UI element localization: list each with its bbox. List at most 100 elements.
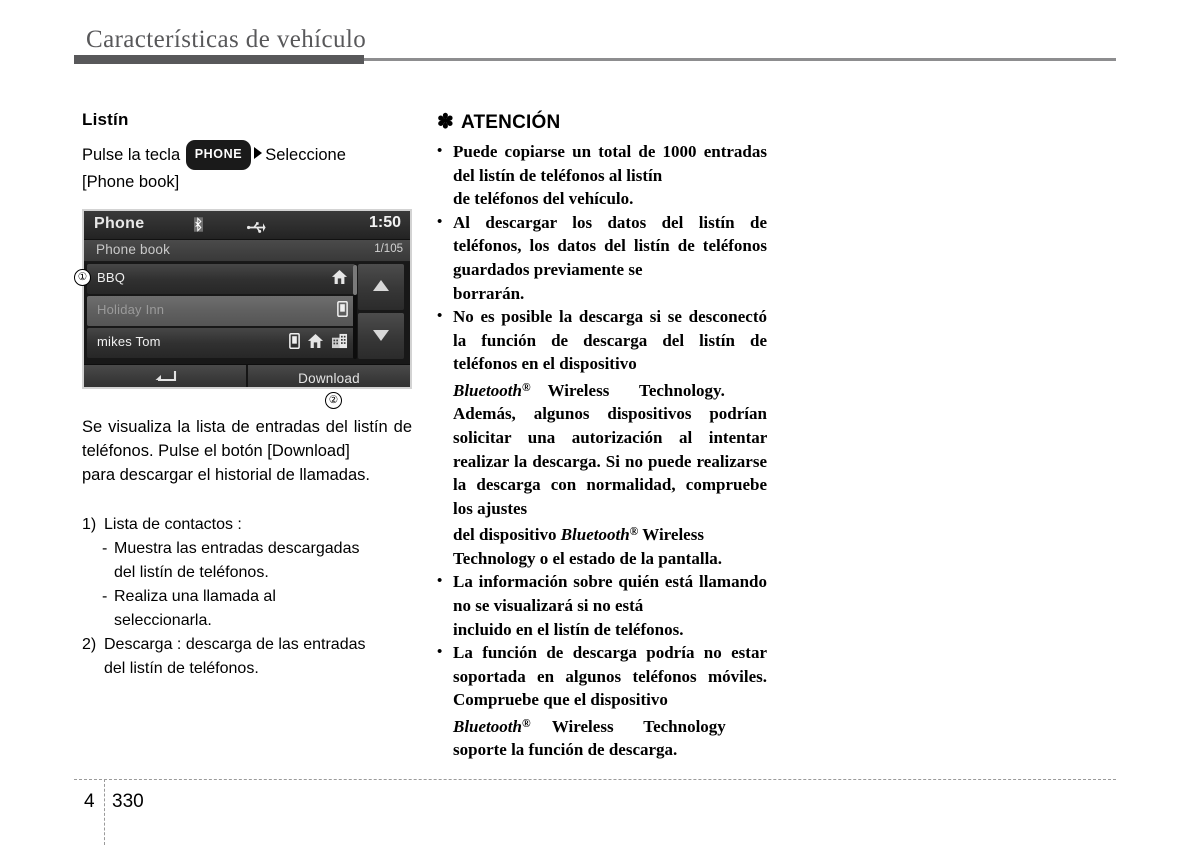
bullet-line: La información sobre quién está (453, 572, 694, 592)
bluetooth-word: Bluetooth (453, 380, 522, 400)
left-column: Listín Pulse la tecla PHONE Seleccione [P… (74, 110, 412, 681)
list-item[interactable]: BBQ (87, 264, 355, 294)
device-sub-bar: Phone book 1/105 (84, 240, 410, 262)
bullet-line-bluetooth: Bluetooth® Wireless Technology (453, 716, 726, 736)
callout-marker-2: ② (325, 392, 342, 409)
download-button[interactable]: Download (246, 365, 410, 387)
right-column: ✽ ATENCIÓN • Puede copiarse un total de … (437, 112, 767, 762)
bullet-line: borrarán. (453, 283, 525, 303)
bullet-line: Technology o el estado de la pantalla. (453, 548, 723, 568)
bullet-icon: • (437, 143, 443, 159)
scrollbar[interactable] (353, 264, 406, 360)
device-clock: 1:50 (368, 214, 401, 231)
instruction-paragraph: Pulse la tecla PHONE Seleccione [Phone bo… (82, 140, 412, 195)
usb-icon (247, 220, 266, 233)
bullet-icon: • (437, 308, 443, 325)
device-title: Phone (94, 215, 145, 232)
bluetooth-icon (194, 217, 203, 232)
sub-list-marker: - (102, 540, 108, 557)
scroll-down-button[interactable] (358, 313, 404, 359)
attention-bullet-list: • Puede copiarse un total de 1000 entrad… (437, 140, 767, 762)
attention-title: ATENCIÓN (460, 112, 561, 133)
bullet-line: Además, algunos dispositivos podrían (453, 404, 767, 424)
instruction-after-key: Seleccione (265, 146, 346, 164)
sub-list-text: Realiza una llamada al seleccionarla. (114, 585, 412, 633)
bullet-line: La función de descarga podría no (453, 643, 722, 663)
triangle-up-icon (373, 280, 389, 291)
attention-heading: ✽ ATENCIÓN (437, 112, 767, 134)
bullet-icon: • (437, 644, 443, 661)
sub-list-item: - Muestra las entradas descargadas del l… (102, 537, 412, 585)
attention-bullet: • La información sobre quién está llaman… (437, 570, 767, 641)
list-item: 1) Lista de contactos : (82, 513, 412, 537)
registered-symbol: ® (521, 716, 531, 730)
mobile-icon (337, 300, 348, 322)
bluetooth-trademark: Bluetooth® (453, 381, 531, 400)
scroll-up-button[interactable] (358, 264, 404, 310)
bullet-line: solicitar una autorización al intentar (453, 427, 767, 447)
footer-divider-horizontal (74, 779, 1116, 780)
sub-list-line-1: Realiza una llamada al (114, 588, 276, 605)
callout-marker-1: ① (74, 269, 91, 286)
page-header: Características de vehículo (0, 0, 1200, 80)
list-text: Descarga : descarga de las entradas del … (104, 633, 412, 681)
list-marker: 2) (82, 636, 97, 653)
bluetooth-trademark: Bluetooth® (453, 717, 531, 736)
download-button-label: Download (298, 371, 360, 386)
list-text: Lista de contactos : (104, 516, 242, 533)
list-marker: 1) (82, 516, 97, 533)
back-arrow-icon (153, 369, 177, 387)
device-footer-bar: Download (84, 364, 410, 387)
attention-bullet: • Al descargar los datos del listín de t… (437, 211, 767, 305)
sub-list-line-2: seleccionarla. (114, 612, 212, 629)
bullet-line: soporte la función de descarga. (453, 740, 678, 760)
contact-type-icons (289, 332, 348, 354)
attention-bullet: • La función de descarga podría no estar… (437, 641, 767, 762)
figure-caption: Se visualiza la lista de entradas del li… (82, 415, 412, 487)
contact-name: BBQ (97, 270, 126, 285)
header-rule-light (364, 58, 1116, 61)
page-number: 330 (112, 791, 144, 812)
device-title-bar: Phone 1:50 (84, 211, 410, 240)
home-icon (331, 269, 348, 290)
caption-line-1: Se visualiza la lista de entradas del li… (82, 418, 388, 436)
device-subtitle: Phone book (96, 242, 171, 257)
list-item[interactable]: mikes Tom (87, 328, 355, 358)
registered-symbol: ® (629, 525, 639, 539)
bluetooth-trademark: Bluetooth® (561, 525, 639, 544)
bullet-line: No es posible la descarga si se (453, 307, 682, 327)
sub-list-line-1: Muestra las entradas descargadas (114, 540, 360, 557)
scrollbar-track[interactable] (353, 265, 357, 359)
triangle-down-icon (373, 330, 389, 341)
list-item[interactable]: Holiday Inn (87, 296, 355, 326)
sub-list-item: - Realiza una llamada al seleccionarla. (102, 585, 412, 633)
phone-key-badge[interactable]: PHONE (185, 140, 252, 170)
contact-type-icons (337, 300, 348, 322)
contact-list: BBQ Holiday Inn mikes Tom (87, 264, 355, 360)
attention-bullet: • No es posible la descarga si se descon… (437, 305, 767, 570)
back-button[interactable] (84, 365, 246, 387)
contact-type-icons (331, 269, 348, 290)
contact-name: mikes Tom (97, 334, 161, 349)
bullet-icon: • (437, 573, 443, 590)
bullet-line: realizar la descarga. Si no puede (453, 451, 692, 471)
list-line-1: Descarga : descarga de las entradas (104, 636, 366, 653)
page-footer: 4 330 (0, 779, 1200, 845)
list-line-2: del listín de teléfonos. (104, 660, 259, 677)
device-screenshot-figure: Phone 1:50 Phone book 1/105 BBQ Holiday … (74, 209, 412, 409)
attention-bullet-text: La función de descarga podría no estar s… (453, 641, 767, 762)
bullet-line: Puede copiarse un total de 1000 (453, 142, 697, 161)
sub-list-text: Muestra las entradas descargadas del lis… (114, 537, 412, 585)
contact-name: Holiday Inn (97, 302, 165, 317)
bullet-line: incluido en el listín de teléfonos. (453, 619, 684, 639)
bullet-line-bluetooth: Bluetooth® Wireless Technology. (453, 380, 725, 400)
attention-bullet-text: No es posible la descarga si se desconec… (453, 305, 767, 570)
mobile-icon (289, 332, 300, 354)
bullet-line: Al descargar los datos del listín de (453, 212, 767, 232)
scrollbar-thumb[interactable] (353, 265, 357, 295)
bluetooth-word: Bluetooth (560, 525, 630, 545)
registered-symbol: ® (521, 380, 531, 394)
device-page-indicator: 1/105 (374, 243, 403, 255)
attention-bullet-text: Al descargar los datos del listín de tel… (453, 211, 767, 305)
sub-list-marker: - (102, 588, 108, 605)
